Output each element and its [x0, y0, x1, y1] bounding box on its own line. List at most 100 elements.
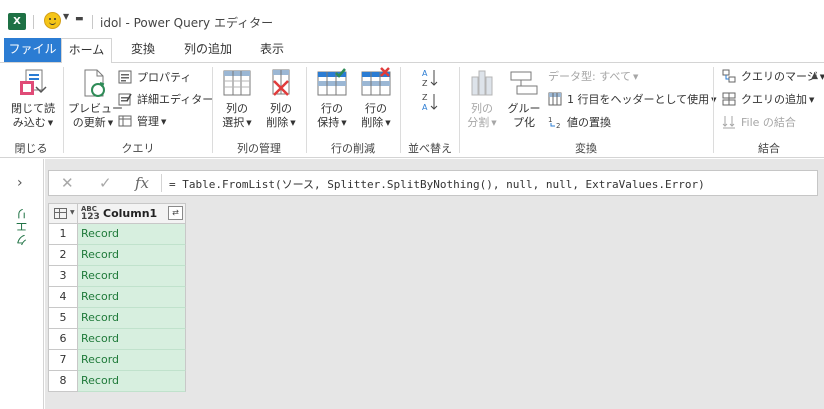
row-number[interactable]: 1: [48, 224, 78, 245]
record-cell[interactable]: Record: [78, 224, 186, 245]
fx-icon[interactable]: fx: [135, 174, 149, 192]
append-queries-button[interactable]: クエリの追加 ▼: [722, 90, 814, 110]
properties-button[interactable]: プロパティ: [118, 68, 191, 88]
advanced-editor-button[interactable]: 詳細エディター: [118, 90, 213, 110]
first-row-header-icon: [548, 92, 564, 106]
record-cell[interactable]: Record: [78, 350, 186, 371]
table-row[interactable]: 6 Record: [48, 329, 186, 350]
close-and-load-button[interactable]: 閉じて読 み込む ▼: [8, 67, 58, 130]
svg-text:A: A: [422, 69, 428, 78]
group-label-reduce-rows: 行の削減: [331, 142, 375, 155]
divider: [33, 15, 34, 29]
row-number[interactable]: 2: [48, 245, 78, 266]
remove-rows-button[interactable]: 行の 削除 ▼: [357, 67, 395, 130]
keep-rows-button[interactable]: 行の 保持 ▼: [313, 67, 351, 130]
choose-columns-button[interactable]: 列の 選択 ▼: [219, 67, 255, 130]
group-label-query: クエリ: [121, 142, 155, 155]
merge-queries-icon: [722, 69, 738, 83]
queries-pane-label[interactable]: クエリ: [13, 207, 30, 246]
confirm-icon[interactable]: ✓: [99, 174, 112, 192]
chevron-down-icon[interactable]: ▼: [63, 12, 69, 21]
remove-columns-button[interactable]: 列の 削除 ▼: [263, 67, 299, 130]
row-number[interactable]: 8: [48, 371, 78, 392]
use-first-row-as-headers-button[interactable]: 1 行目をヘッダーとして使用▼: [548, 90, 717, 110]
ribbon-tabs: ファイル ホーム 変換 列の追加 表示: [0, 38, 824, 63]
tab-transform[interactable]: 変換: [117, 38, 169, 62]
svg-text:Z: Z: [422, 79, 428, 88]
group-by-icon: [508, 67, 540, 99]
refresh-preview-button[interactable]: プレビュー の更新 ▼: [68, 67, 123, 130]
record-cell[interactable]: Record: [78, 245, 186, 266]
chevron-down-icon: ▼: [161, 118, 167, 126]
window-title: idol - Power Query エディター: [100, 16, 274, 30]
expand-column-icon[interactable]: ⇄: [168, 206, 183, 220]
table-row[interactable]: 8 Record: [48, 371, 186, 392]
sort-ascending-icon: AZ: [421, 69, 439, 91]
merge-queries-button[interactable]: クエリのマージ ▼: [722, 67, 824, 87]
replace-values-button[interactable]: 12 値の置換: [548, 113, 611, 133]
record-cell[interactable]: Record: [78, 308, 186, 329]
sort-descending-button[interactable]: ZA: [421, 92, 439, 114]
chevron-down-icon: ▼: [633, 73, 639, 81]
svg-text:A: A: [422, 103, 428, 112]
column-header[interactable]: Column1: [103, 207, 157, 220]
expand-chevron-icon[interactable]: ›: [17, 175, 23, 191]
chevron-down-icon: ▼: [341, 119, 347, 127]
group-query: プレビュー の更新 ▼ プロパティ 詳細エディター 管理 ▼ クエリ: [64, 63, 213, 158]
remove-columns-icon: [265, 67, 297, 99]
group-label-close: 閉じる: [14, 142, 48, 155]
queries-pane: › クエリ: [0, 159, 44, 409]
split-column-icon: [466, 67, 498, 99]
tab-view[interactable]: 表示: [250, 38, 294, 62]
title-bar: X ▼ ▬ idol - Power Query エディター: [0, 0, 824, 38]
table-menu-button[interactable]: ▼: [49, 204, 78, 223]
chevron-up-icon[interactable]: ▲: [811, 71, 818, 81]
formula-input[interactable]: = Table.FromList(ソース, Splitter.SplitByNo…: [169, 176, 705, 192]
table-row[interactable]: 3 Record: [48, 266, 186, 287]
cancel-icon[interactable]: ✕: [61, 174, 74, 192]
split-column-button[interactable]: 列の 分割 ▼: [464, 67, 500, 130]
row-number[interactable]: 3: [48, 266, 78, 287]
group-reduce-rows: 行の 保持 ▼ 行の 削除 ▼ 行の削減: [307, 63, 399, 158]
table-row[interactable]: 5 Record: [48, 308, 186, 329]
formula-bar: ✕ ✓ fx = Table.FromList(ソース, Splitter.Sp…: [48, 170, 818, 196]
combine-files-button[interactable]: File の結合: [722, 113, 796, 133]
table-row[interactable]: 2 Record: [48, 245, 186, 266]
manage-button[interactable]: 管理 ▼: [118, 112, 166, 132]
chevron-down-icon: ▼: [290, 119, 296, 127]
remove-rows-icon: [360, 67, 392, 99]
group-combine: クエリのマージ ▼ クエリの追加 ▼ File の結合 結合: [714, 63, 824, 158]
chevron-down-icon: ▼: [47, 119, 54, 127]
table-row[interactable]: 1 Record: [48, 224, 186, 245]
record-cell[interactable]: Record: [78, 371, 186, 392]
tab-file[interactable]: ファイル: [4, 38, 61, 62]
row-number[interactable]: 7: [48, 350, 78, 371]
table-row[interactable]: 7 Record: [48, 350, 186, 371]
keep-rows-icon: [316, 67, 348, 99]
record-cell[interactable]: Record: [78, 329, 186, 350]
data-type-dropdown[interactable]: データ型: すべて ▼: [548, 67, 638, 87]
tab-add-column[interactable]: 列の追加: [176, 38, 240, 62]
sort-ascending-button[interactable]: AZ: [421, 68, 439, 90]
group-by-button[interactable]: グルー プ化: [506, 67, 542, 130]
any-type-icon[interactable]: ABC 123: [81, 205, 100, 222]
advanced-editor-icon: [118, 92, 134, 106]
smiley-feedback-icon[interactable]: [44, 12, 61, 29]
customize-toolbar-icon[interactable]: ▬: [75, 14, 84, 24]
record-cell[interactable]: Record: [78, 287, 186, 308]
table-row[interactable]: 4 Record: [48, 287, 186, 308]
sort-descending-icon: ZA: [421, 93, 439, 115]
group-close: 閉じて読 み込む ▼ 閉じる: [0, 63, 62, 158]
chevron-down-icon: ▼: [246, 119, 252, 127]
group-label-combine: 結合: [758, 142, 780, 155]
group-sort: AZ ZA 並べ替え: [401, 63, 459, 158]
row-number[interactable]: 5: [48, 308, 78, 329]
row-number[interactable]: 4: [48, 287, 78, 308]
record-cell[interactable]: Record: [78, 266, 186, 287]
row-number[interactable]: 6: [48, 329, 78, 350]
chevron-down-icon: ▼: [385, 119, 391, 127]
chevron-down-icon: ▼: [491, 119, 497, 127]
chevron-down-icon: ▼: [107, 119, 114, 127]
divider: [92, 15, 93, 29]
tab-home[interactable]: ホーム: [61, 38, 112, 63]
